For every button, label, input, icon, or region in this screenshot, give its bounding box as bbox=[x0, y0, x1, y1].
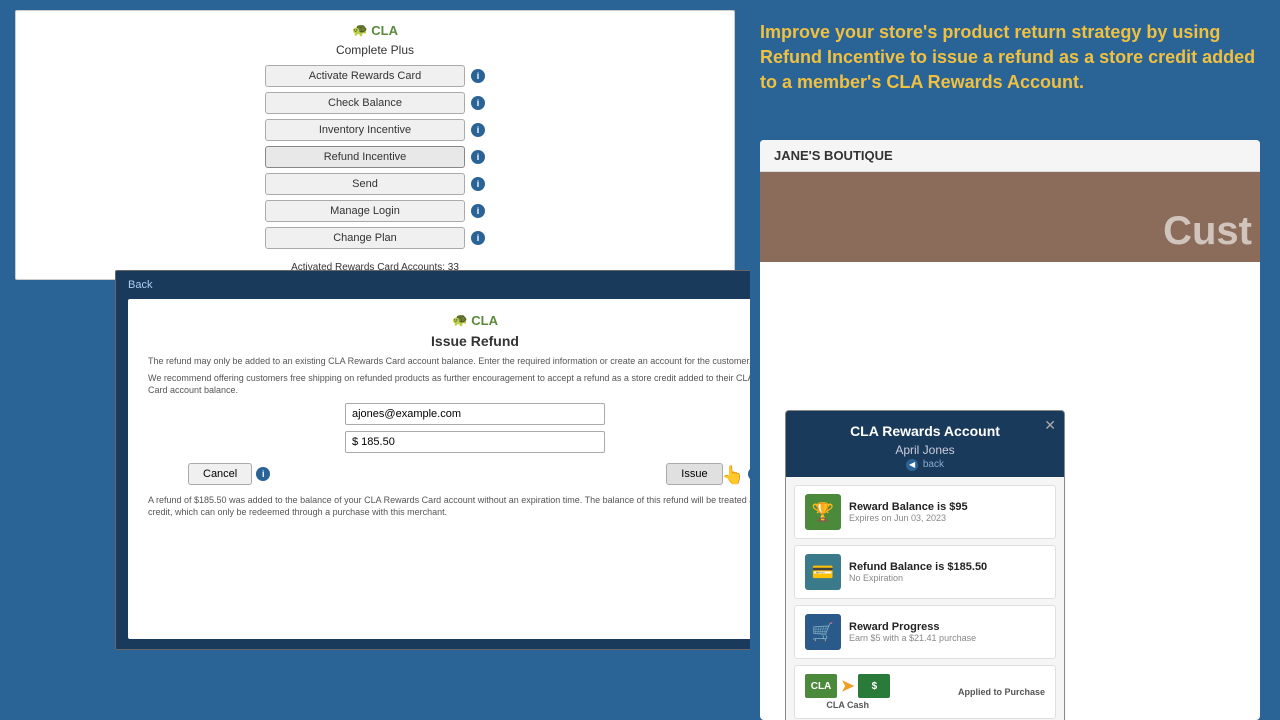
menu-btn-row-manage: Manage Login i bbox=[265, 200, 485, 222]
checkout-icons: CLA ➤ $ bbox=[805, 674, 890, 698]
amount-input[interactable] bbox=[345, 431, 605, 453]
modal-title: Issue Refund bbox=[148, 333, 802, 349]
reward-balance-text: Reward Balance is $95 Expires on Jun 03,… bbox=[849, 501, 968, 523]
refund-info-dot: i bbox=[471, 150, 485, 164]
balance-info-dot: i bbox=[471, 96, 485, 110]
manage-info-dot: i bbox=[471, 204, 485, 218]
change-info-dot: i bbox=[471, 231, 485, 245]
checkout-left: CLA ➤ $ CLA Cash bbox=[805, 674, 890, 710]
inventory-incentive-button[interactable]: Inventory Incentive bbox=[265, 119, 465, 141]
menu-btn-row-activate: Activate Rewards Card i bbox=[265, 65, 485, 87]
right-panel: Improve your store's product return stra… bbox=[750, 0, 1280, 720]
refund-balance-label: Refund Balance is $185.50 bbox=[849, 561, 987, 573]
rewards-popup-title: CLA Rewards Account bbox=[796, 423, 1054, 439]
reward-progress-sub: Earn $5 with a $21.41 purchase bbox=[849, 633, 976, 643]
rewards-back-label: back bbox=[923, 459, 944, 470]
complete-plus-card: 🐢 CLA Complete Plus Activate Rewards Car… bbox=[15, 10, 735, 280]
cursor-icon: 👆 bbox=[722, 465, 744, 486]
cash-icon: $ bbox=[858, 674, 890, 698]
back-circle-icon: ◀ bbox=[906, 459, 918, 471]
refund-balance-icon: 💳 bbox=[805, 554, 841, 590]
reward-progress-card: 🛒 Reward Progress Earn $5 with a $21.41 … bbox=[794, 605, 1056, 659]
cla-logo-top: 🐢 CLA bbox=[16, 11, 734, 43]
issue-refund-modal: Back 🐢 CLA Issue Refund The refund may o… bbox=[115, 270, 835, 650]
issue-row: Issue 👆 i bbox=[666, 463, 762, 486]
refund-balance-text: Refund Balance is $185.50 No Expiration bbox=[849, 561, 987, 583]
menu-btn-row-change: Change Plan i bbox=[265, 227, 485, 249]
promo-text: Improve your store's product return stra… bbox=[750, 0, 1280, 111]
cust-partial-text: Cust bbox=[1163, 209, 1252, 254]
rewards-customer-name: April Jones bbox=[796, 443, 1054, 457]
checkout-row: CLA ➤ $ CLA Cash Applied to Purchase bbox=[794, 665, 1056, 719]
check-balance-button[interactable]: Check Balance bbox=[265, 92, 465, 114]
reward-balance-card: 🏆 Reward Balance is $95 Expires on Jun 0… bbox=[794, 485, 1056, 539]
close-icon[interactable]: ✕ bbox=[1044, 417, 1056, 434]
menu-btn-row-inventory: Inventory Incentive i bbox=[265, 119, 485, 141]
cancel-info-dot: i bbox=[256, 467, 270, 481]
reward-balance-label: Reward Balance is $95 bbox=[849, 501, 968, 513]
cla-cash-label: CLA Cash bbox=[826, 700, 869, 710]
modal-inner: 🐢 CLA Issue Refund The refund may only b… bbox=[128, 299, 822, 639]
refund-balance-card: 💳 Refund Balance is $185.50 No Expiratio… bbox=[794, 545, 1056, 599]
applied-to-purchase-label: Applied to Purchase bbox=[958, 687, 1045, 697]
rewards-back-link[interactable]: ◀ back bbox=[796, 459, 1054, 471]
manage-login-button[interactable]: Manage Login bbox=[265, 200, 465, 222]
menu-btn-row-send: Send i bbox=[265, 173, 485, 195]
modal-buttons: Cancel i Issue 👆 i bbox=[148, 463, 802, 486]
modal-desc-2: We recommend offering customers free shi… bbox=[148, 372, 802, 397]
reward-balance-sub: Expires on Jun 03, 2023 bbox=[849, 513, 968, 523]
activate-rewards-button[interactable]: Activate Rewards Card bbox=[265, 65, 465, 87]
modal-back-link[interactable]: Back bbox=[128, 279, 822, 291]
send-info-dot: i bbox=[471, 177, 485, 191]
reward-balance-icon: 🏆 bbox=[805, 494, 841, 530]
refund-balance-sub: No Expiration bbox=[849, 573, 987, 583]
refund-incentive-button[interactable]: Refund Incentive bbox=[265, 146, 465, 168]
menu-btn-row-balance: Check Balance i bbox=[265, 92, 485, 114]
boutique-header: JANE'S BOUTIQUE bbox=[760, 140, 1260, 172]
change-plan-button[interactable]: Change Plan bbox=[265, 227, 465, 249]
cla-cash-icon: CLA bbox=[805, 674, 837, 698]
rewards-popup: ✕ CLA Rewards Account April Jones ◀ back… bbox=[785, 410, 1065, 720]
inventory-info-dot: i bbox=[471, 123, 485, 137]
modal-success-text: A refund of $185.50 was added to the bal… bbox=[148, 494, 802, 519]
modal-desc-1: The refund may only be added to an exist… bbox=[148, 355, 802, 368]
send-button[interactable]: Send bbox=[265, 173, 465, 195]
menu-btn-row-refund: Refund Incentive i bbox=[265, 146, 485, 168]
left-panel: 🐢 CLA Complete Plus Activate Rewards Car… bbox=[0, 0, 750, 720]
complete-plus-title: Complete Plus bbox=[16, 43, 734, 57]
reward-progress-icon: 🛒 bbox=[805, 614, 841, 650]
issue-button[interactable]: Issue bbox=[666, 463, 722, 485]
cla-logo: 🐢 CLA bbox=[352, 22, 398, 38]
checkout-arrow-icon: ➤ bbox=[841, 676, 854, 696]
cancel-row: Cancel i bbox=[188, 463, 270, 485]
modal-logo: 🐢 CLA bbox=[148, 311, 802, 329]
rewards-popup-header: ✕ CLA Rewards Account April Jones ◀ back bbox=[786, 411, 1064, 477]
cancel-button[interactable]: Cancel bbox=[188, 463, 252, 485]
boutique-image-area: Cust bbox=[760, 172, 1260, 262]
rewards-popup-body: 🏆 Reward Balance is $95 Expires on Jun 0… bbox=[786, 477, 1064, 720]
modal-cla-logo: 🐢 CLA bbox=[452, 312, 498, 328]
boutique-card: JANE'S BOUTIQUE Cust ✕ CLA Rewards Accou… bbox=[760, 140, 1260, 720]
menu-buttons: Activate Rewards Card i Check Balance i … bbox=[16, 65, 734, 249]
activate-info-dot: i bbox=[471, 69, 485, 83]
email-input[interactable] bbox=[345, 403, 605, 425]
reward-progress-text: Reward Progress Earn $5 with a $21.41 pu… bbox=[849, 621, 976, 643]
reward-progress-label: Reward Progress bbox=[849, 621, 976, 633]
